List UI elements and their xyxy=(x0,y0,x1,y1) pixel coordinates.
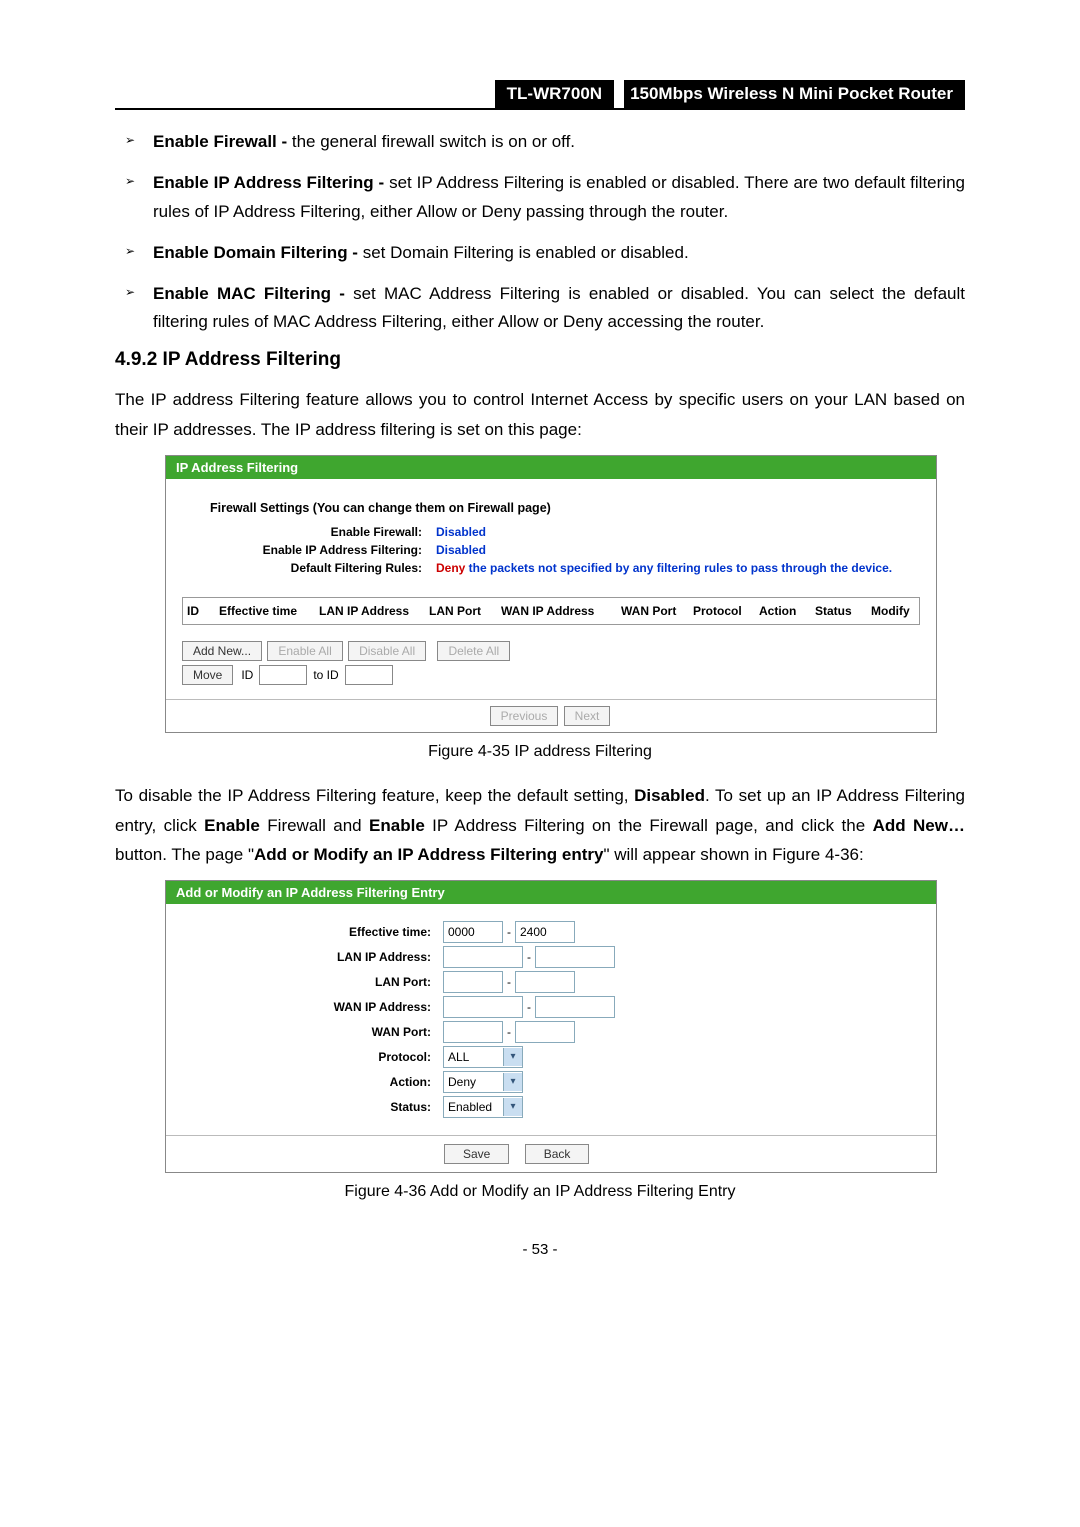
bullet-enable-mac-filtering: Enable MAC Filtering - set MAC Address F… xyxy=(153,280,965,338)
move-id-input[interactable] xyxy=(259,665,307,685)
label-lan-ip: LAN IP Address: xyxy=(166,950,443,964)
move-id-label: ID xyxy=(241,668,253,682)
back-button[interactable]: Back xyxy=(525,1144,590,1164)
col-status: Status xyxy=(815,604,861,618)
col-protocol: Protocol xyxy=(693,604,749,618)
label-protocol: Protocol: xyxy=(166,1050,443,1064)
status-select[interactable]: Enabled ▾ xyxy=(443,1096,523,1118)
chevron-down-icon: ▾ xyxy=(503,1098,522,1116)
wan-ip-to-input[interactable] xyxy=(535,996,615,1018)
enable-all-button[interactable]: Enable All xyxy=(267,641,342,661)
next-button[interactable]: Next xyxy=(564,706,611,726)
intro-paragraph: The IP address Filtering feature allows … xyxy=(115,385,965,445)
move-to-id-input[interactable] xyxy=(345,665,393,685)
wan-ip-from-input[interactable] xyxy=(443,996,523,1018)
header-desc: 150Mbps Wireless N Mini Pocket Router xyxy=(624,80,965,108)
lan-port-to-input[interactable] xyxy=(515,971,575,993)
disable-all-button[interactable]: Disable All xyxy=(348,641,426,661)
label-enable-ip-filtering: Enable IP Address Filtering: xyxy=(182,543,436,557)
save-button[interactable]: Save xyxy=(444,1144,509,1164)
col-id: ID xyxy=(187,604,209,618)
wan-port-from-input[interactable] xyxy=(443,1021,503,1043)
effective-time-from-input[interactable] xyxy=(443,921,503,943)
label-lan-port: LAN Port: xyxy=(166,975,443,989)
figure-36-caption: Figure 4-36 Add or Modify an IP Address … xyxy=(115,1183,965,1201)
previous-button[interactable]: Previous xyxy=(490,706,559,726)
table-column-headers: ID Effective time LAN IP Address LAN Por… xyxy=(182,597,920,625)
firewall-settings-subtitle: Firewall Settings (You can change them o… xyxy=(210,501,920,515)
lan-port-from-input[interactable] xyxy=(443,971,503,993)
label-wan-port: WAN Port: xyxy=(166,1025,443,1039)
col-effective-time: Effective time xyxy=(219,604,309,618)
col-modify: Modify xyxy=(871,604,910,618)
panel-title: IP Address Filtering xyxy=(166,456,936,479)
bullet-enable-domain-filtering: Enable Domain Filtering - set Domain Fil… xyxy=(153,239,965,268)
panel-title-2: Add or Modify an IP Address Filtering En… xyxy=(166,881,936,904)
figure-ip-address-filtering: IP Address Filtering Firewall Settings (… xyxy=(165,455,937,733)
protocol-select[interactable]: ALL ▾ xyxy=(443,1046,523,1068)
chevron-down-icon: ▾ xyxy=(503,1048,522,1066)
section-heading: 4.9.2 IP Address Filtering xyxy=(115,349,965,371)
chevron-down-icon: ▾ xyxy=(503,1073,522,1091)
col-lan-ip: LAN IP Address xyxy=(319,604,419,618)
label-wan-ip: WAN IP Address: xyxy=(166,1000,443,1014)
bullet-enable-firewall: Enable Firewall - the general firewall s… xyxy=(153,128,965,157)
page-header: TL-WR700N 150Mbps Wireless N Mini Pocket… xyxy=(115,80,965,110)
lan-ip-to-input[interactable] xyxy=(535,946,615,968)
label-status: Status: xyxy=(166,1100,443,1114)
figure-add-modify-entry: Add or Modify an IP Address Filtering En… xyxy=(165,880,937,1173)
col-wan-port: WAN Port xyxy=(621,604,683,618)
move-button[interactable]: Move xyxy=(182,665,233,685)
bullet-enable-ip-filtering: Enable IP Address Filtering - set IP Add… xyxy=(153,169,965,227)
page-number: - 53 - xyxy=(115,1241,965,1258)
label-effective-time: Effective time: xyxy=(166,925,443,939)
move-to-id-label: to ID xyxy=(313,668,338,682)
col-wan-ip: WAN IP Address xyxy=(501,604,611,618)
label-enable-firewall: Enable Firewall: xyxy=(182,525,436,539)
value-enable-firewall: Disabled xyxy=(436,525,486,539)
delete-all-button[interactable]: Delete All xyxy=(437,641,510,661)
value-default-filtering-rules: Deny the packets not specified by any fi… xyxy=(436,561,892,575)
effective-time-to-input[interactable] xyxy=(515,921,575,943)
feature-bullets: Enable Firewall - the general firewall s… xyxy=(115,128,965,337)
action-select[interactable]: Deny ▾ xyxy=(443,1071,523,1093)
figure-35-caption: Figure 4-35 IP address Filtering xyxy=(115,743,965,761)
label-default-filtering-rules: Default Filtering Rules: xyxy=(182,561,436,575)
col-lan-port: LAN Port xyxy=(429,604,491,618)
col-action: Action xyxy=(759,604,805,618)
value-enable-ip-filtering: Disabled xyxy=(436,543,486,557)
label-action: Action: xyxy=(166,1075,443,1089)
add-new-button[interactable]: Add New... xyxy=(182,641,262,661)
lan-ip-from-input[interactable] xyxy=(443,946,523,968)
wan-port-to-input[interactable] xyxy=(515,1021,575,1043)
header-model: TL-WR700N xyxy=(495,80,614,108)
guide-paragraph: To disable the IP Address Filtering feat… xyxy=(115,781,965,870)
